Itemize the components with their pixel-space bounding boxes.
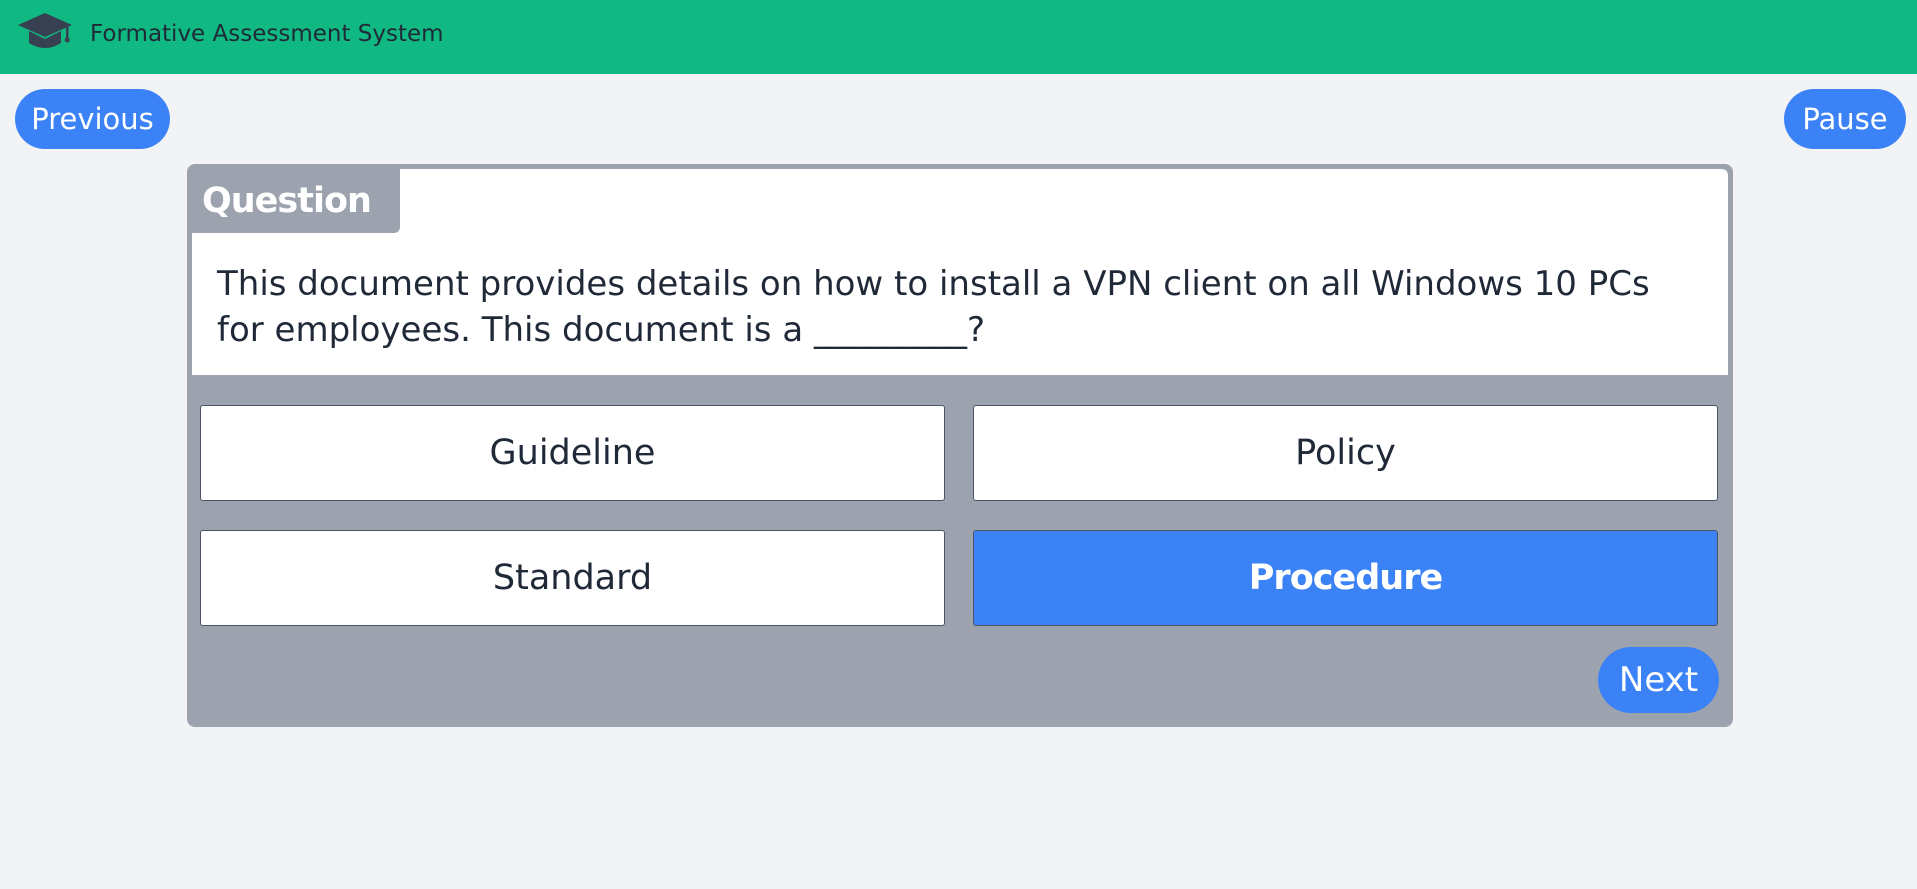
graduation-cap-icon [18, 13, 72, 48]
question-text: This document provides details on how to… [217, 264, 1650, 350]
answer-option-guideline[interactable]: Guideline [200, 405, 945, 501]
answer-option-procedure[interactable]: Procedure [973, 530, 1718, 626]
answer-option-policy[interactable]: Policy [973, 405, 1718, 501]
question-number: Question 3 [192, 169, 400, 285]
pause-button[interactable]: Pause [1784, 89, 1906, 149]
next-button[interactable]: Next [1598, 647, 1719, 713]
question-panel: Question 3 This document provides detail… [192, 169, 1728, 375]
question-card: Question 3 This document provides detail… [187, 164, 1733, 727]
answer-option-standard[interactable]: Standard [200, 530, 945, 626]
app-title: Formative Assessment System [90, 21, 444, 47]
header-bar: Formative Assessment System [0, 0, 1917, 74]
previous-button[interactable]: Previous [15, 89, 170, 149]
